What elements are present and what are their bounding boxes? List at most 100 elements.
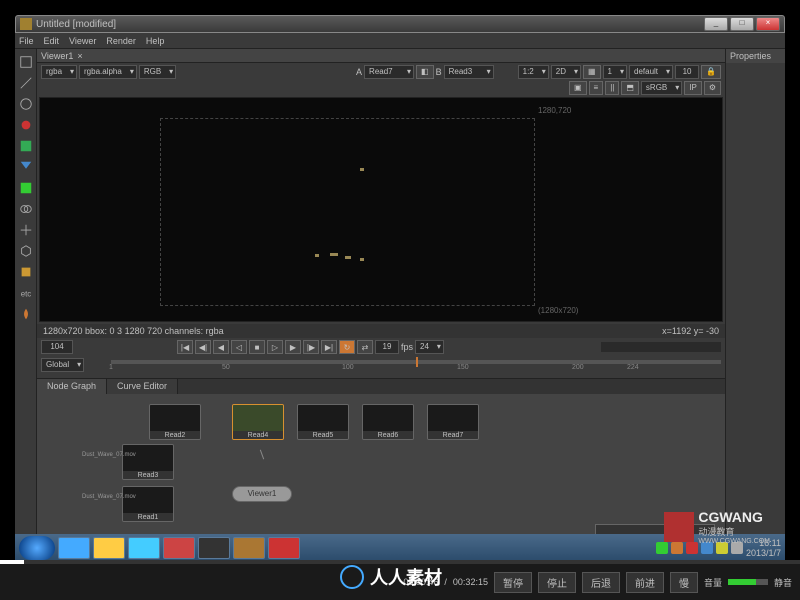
play-fwd-button[interactable]: ▶: [285, 340, 301, 354]
lock-icon[interactable]: 🔒: [701, 65, 721, 79]
slow-button[interactable]: 慢: [670, 572, 698, 593]
properties-panel: Properties: [725, 49, 785, 560]
close-tab-icon[interactable]: ×: [77, 51, 82, 61]
volume-label: 音量: [704, 576, 722, 589]
playhead[interactable]: [416, 357, 418, 367]
draw-tool-icon[interactable]: [17, 74, 35, 92]
time-tool-icon[interactable]: [17, 95, 35, 113]
channel-dropdown[interactable]: rgba: [41, 65, 77, 79]
pp-button[interactable]: ⇄: [357, 340, 373, 354]
back-button[interactable]: 后退: [582, 572, 620, 593]
input-b-dropdown[interactable]: Read3: [444, 65, 494, 79]
viewer-tab[interactable]: Viewer1: [41, 51, 73, 61]
viewer-canvas[interactable]: 1280,720 (1280x720): [39, 97, 723, 322]
cgwang-watermark: CGWANG 动漫教育 WWW.CGWANG.COM: [664, 509, 770, 545]
menu-viewer[interactable]: Viewer: [69, 36, 96, 46]
step-back-button[interactable]: ◁: [231, 340, 247, 354]
node-read3[interactable]: Read3: [122, 444, 174, 480]
merge-tool-icon[interactable]: [17, 200, 35, 218]
frame-input[interactable]: 104: [41, 340, 73, 354]
color-tool-icon[interactable]: [17, 137, 35, 155]
tab-node-graph[interactable]: Node Graph: [37, 379, 107, 394]
clock-date[interactable]: 2013/1/7: [746, 548, 781, 558]
node-file-label: Dust_Wave_07.mov: [82, 452, 136, 458]
node-read6[interactable]: Read6: [362, 404, 414, 440]
mute-label[interactable]: 静音: [774, 576, 792, 589]
taskbar-app-icon[interactable]: [128, 537, 160, 559]
maximize-button[interactable]: □: [730, 17, 754, 31]
views-tool-icon[interactable]: [17, 263, 35, 281]
step-fwd-button[interactable]: ▷: [267, 340, 283, 354]
keyer-tool-icon[interactable]: [17, 179, 35, 197]
node-read7[interactable]: Read7: [427, 404, 479, 440]
fps-dropdown[interactable]: 24: [415, 340, 444, 354]
node-read2[interactable]: Read2: [149, 404, 201, 440]
wipe-button[interactable]: ◧: [416, 65, 434, 79]
scope-dropdown[interactable]: Global: [41, 358, 84, 372]
close-button[interactable]: ×: [756, 17, 780, 31]
next-key-button[interactable]: |▶: [303, 340, 319, 354]
other-tool-icon[interactable]: etc: [17, 284, 35, 302]
node-read4[interactable]: Read4: [232, 404, 284, 440]
roi-button[interactable]: ▦: [583, 65, 601, 79]
resolution-label: 1280,720: [538, 106, 571, 115]
transform-tool-icon[interactable]: [17, 221, 35, 239]
bin-input[interactable]: 10: [675, 65, 699, 79]
node-read5[interactable]: Read5: [297, 404, 349, 440]
stop-button[interactable]: 停止: [538, 572, 576, 593]
stop-button[interactable]: ■: [249, 340, 265, 354]
forward-button[interactable]: 前进: [626, 572, 664, 593]
taskbar-app-icon[interactable]: [268, 537, 300, 559]
menu-help[interactable]: Help: [146, 36, 165, 46]
taskbar-nuke-icon[interactable]: [233, 537, 265, 559]
window-titlebar: Untitled [modified] _ □ ×: [15, 15, 785, 33]
end-frame-input[interactable]: 19: [375, 340, 399, 354]
filter-tool-icon[interactable]: [17, 158, 35, 176]
timeline[interactable]: Global 1 50 100 150 200 224: [37, 356, 725, 378]
tool-panel: etc: [15, 49, 37, 560]
taskbar-app-icon[interactable]: [198, 537, 230, 559]
default-dropdown[interactable]: default: [629, 65, 673, 79]
menu-render[interactable]: Render: [106, 36, 136, 46]
lut-dropdown[interactable]: sRGB: [641, 81, 682, 95]
colorspace-dropdown[interactable]: RGB: [139, 65, 176, 79]
settings-icon[interactable]: ⚙: [704, 81, 721, 95]
pause-button[interactable]: 暂停: [494, 572, 532, 593]
flame-tool-icon[interactable]: [17, 305, 35, 323]
alpha-dropdown[interactable]: rgba.alpha: [79, 65, 137, 79]
pause-render-icon[interactable]: ||: [605, 81, 619, 95]
loop-button[interactable]: ↻: [339, 340, 355, 354]
menu-file[interactable]: File: [19, 36, 34, 46]
zebra-button[interactable]: ≡: [589, 81, 604, 95]
taskbar-app-icon[interactable]: [163, 537, 195, 559]
ip-button[interactable]: IP: [684, 81, 702, 95]
app-icon: [20, 18, 32, 30]
window-title: Untitled [modified]: [36, 19, 704, 30]
minimize-button[interactable]: _: [704, 17, 728, 31]
cache-bar: [601, 342, 721, 352]
viewer-node[interactable]: Viewer1: [232, 486, 292, 502]
taskbar-ie-icon[interactable]: [58, 537, 90, 559]
3d-tool-icon[interactable]: [17, 242, 35, 260]
taskbar-explorer-icon[interactable]: [93, 537, 125, 559]
node-read1[interactable]: Read1: [122, 486, 174, 522]
channel-tool-icon[interactable]: [17, 116, 35, 134]
cgwang-brand: CGWANG: [698, 509, 770, 525]
tab-curve-editor[interactable]: Curve Editor: [107, 379, 178, 394]
overlay-button[interactable]: ⬒: [621, 81, 639, 95]
start-button[interactable]: [19, 536, 55, 560]
image-tool-icon[interactable]: [17, 53, 35, 71]
input-a-dropdown[interactable]: Read7: [364, 65, 414, 79]
view-mode-dropdown[interactable]: 2D: [551, 65, 581, 79]
first-frame-button[interactable]: |◀: [177, 340, 193, 354]
play-back-button[interactable]: ◀: [213, 340, 229, 354]
clip-button[interactable]: ▣: [569, 81, 587, 95]
volume-slider[interactable]: [728, 579, 768, 585]
gamma-value[interactable]: 1: [603, 65, 627, 79]
prev-key-button[interactable]: ◀|: [195, 340, 211, 354]
menu-edit[interactable]: Edit: [44, 36, 60, 46]
node-edge: [260, 450, 264, 460]
cgwang-logo-icon: [664, 512, 694, 542]
last-frame-button[interactable]: ▶|: [321, 340, 337, 354]
proxy-dropdown[interactable]: 1:2: [518, 65, 549, 79]
